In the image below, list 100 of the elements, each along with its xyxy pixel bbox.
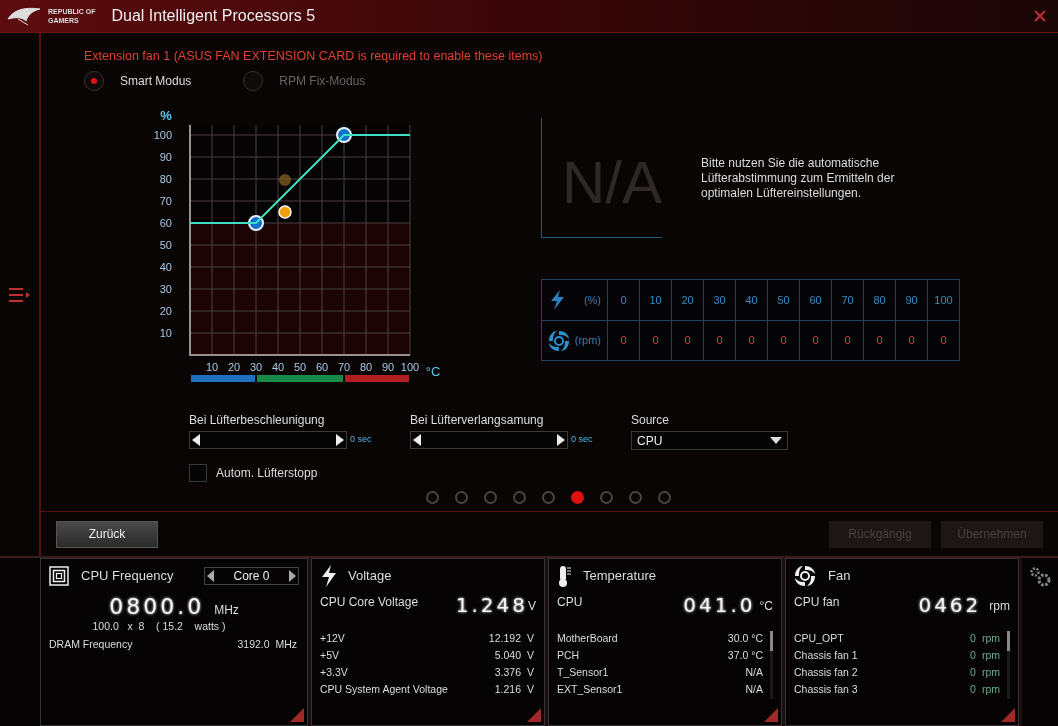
menu-icon[interactable] [8,286,31,303]
table-cell: 0 [832,321,864,360]
unit-label: rpm [981,631,1000,644]
table-cell: 0 [768,321,800,360]
row-value: N/A [745,665,763,678]
action-button[interactable]: Zurück [56,520,158,548]
reading-value: 041.0 [683,593,756,617]
reading-label: CPU [557,594,583,611]
y-tick-label: 60 [159,217,172,229]
multiplier-text: 100.0 x 8 ( 15.2 watts ) [91,619,227,634]
row-label: +3.3V [320,665,348,678]
corner-triangle-icon [527,708,541,722]
right-arrow-icon[interactable] [289,570,296,582]
unit-label: rpm [981,665,1000,678]
source-dropdown[interactable]: CPU [631,431,788,450]
y-tick-label: 30 [159,283,172,295]
chip-icon [49,566,69,586]
right-arrow-icon[interactable] [336,434,344,446]
hint-text: Bitte nutzen Sie die automatische Lüfterabstimmung zum Ermitteln der optimalen Lüftereinstellungen. [701,156,896,202]
x-tick-label: 70 [337,361,351,373]
rog-logo-icon [6,5,42,27]
table-cell: 0 [864,321,896,360]
y-tick-label: 90 [159,151,172,163]
corner-triangle-icon [1001,708,1015,722]
reading-label: CPU fan [794,594,840,611]
unit-label: rpm [981,648,1000,661]
reading-label: CPU Core Voltage [320,594,419,611]
row-label: +5V [320,648,339,661]
temperature-band [345,375,409,382]
row-value: 1.216 [494,682,521,695]
unit-label: V [527,682,534,695]
table-cell: 10 [640,280,672,320]
row-label: DRAM Frequency [49,636,133,652]
row-value: 0 [970,682,976,695]
corner-triangle-icon [764,708,778,722]
x-tick-label: 80 [359,361,373,373]
row-label: Chassis fan 1 [794,648,858,661]
card-title: Voltage [348,567,392,586]
y-tick-label: 10 [159,327,172,339]
core-selector[interactable]: Core 0 [204,567,299,585]
x-tick-label: 10 [205,361,219,373]
table-cell: 20 [672,280,704,320]
row-value: N/A [745,682,763,695]
radio-button[interactable]: Smart Modus [84,71,192,91]
x-tick-label: 90 [381,361,395,373]
row-value: 0 [970,631,976,644]
x-axis-label: °C [425,364,441,379]
settings-icon[interactable] [1029,566,1051,588]
table-cell: 0 [608,280,640,320]
left-arrow-icon[interactable] [192,434,200,446]
unit-label: MHz [214,602,239,619]
y-tick-label: 80 [159,173,172,185]
card-title: Temperature [583,567,656,586]
table-cell: 50 [768,280,800,320]
row-label: CPU System Agent Voltage [320,682,448,695]
x-tick-label: 20 [227,361,241,373]
row-label: Chassis fan 3 [794,682,858,695]
thermometer-icon [557,565,571,587]
card-title: Fan [828,567,851,586]
checkbox[interactable] [189,464,207,482]
row-value: 3192.0 MHz [237,636,297,652]
x-tick-label: 100 [400,361,420,373]
row-value: 5.040 [494,648,521,661]
y-tick-label: 70 [159,195,172,207]
delay-stepper[interactable] [189,431,347,449]
temperature-band [191,375,255,382]
scrollbar[interactable] [770,631,773,699]
left-arrow-icon[interactable] [413,434,421,446]
table-cell: 80 [864,280,896,320]
row-label: PCH [557,648,580,661]
slider-value: 0 sec [350,433,372,447]
delay-stepper[interactable] [410,431,568,449]
table-cell: 0 [896,321,928,360]
reading-value: 0462 [918,593,982,617]
row-value: 0 [970,665,976,678]
y-axis-label: % [160,108,172,123]
current-temperature-marker [278,174,292,219]
caret-icon [770,437,782,444]
unit-label: rpm [981,682,1000,695]
unit-label: V [527,631,534,644]
unit-label: V [527,665,534,678]
y-tick-label: 40 [159,261,172,273]
table-cell: 0 [672,321,704,360]
close-icon[interactable] [1032,8,1048,24]
unit-label: V [527,648,534,661]
x-tick-label: 60 [315,361,329,373]
table-cell-text: 100 [933,292,954,308]
lightning-icon [320,565,336,587]
unit-label: °C [759,598,773,615]
left-arrow-icon[interactable] [207,570,214,582]
right-arrow-icon[interactable] [557,434,565,446]
card-title: CPU Frequency [81,567,174,586]
row-label: T_Sensor1 [557,665,609,678]
row-value: 3.376 [494,665,521,678]
unit-label: rpm [989,598,1010,615]
y-tick-label: 50 [159,239,172,251]
x-tick-label: 50 [293,361,307,373]
row-value: 0 [970,648,976,661]
source-label: Source [631,412,671,427]
scrollbar[interactable] [1007,631,1010,699]
